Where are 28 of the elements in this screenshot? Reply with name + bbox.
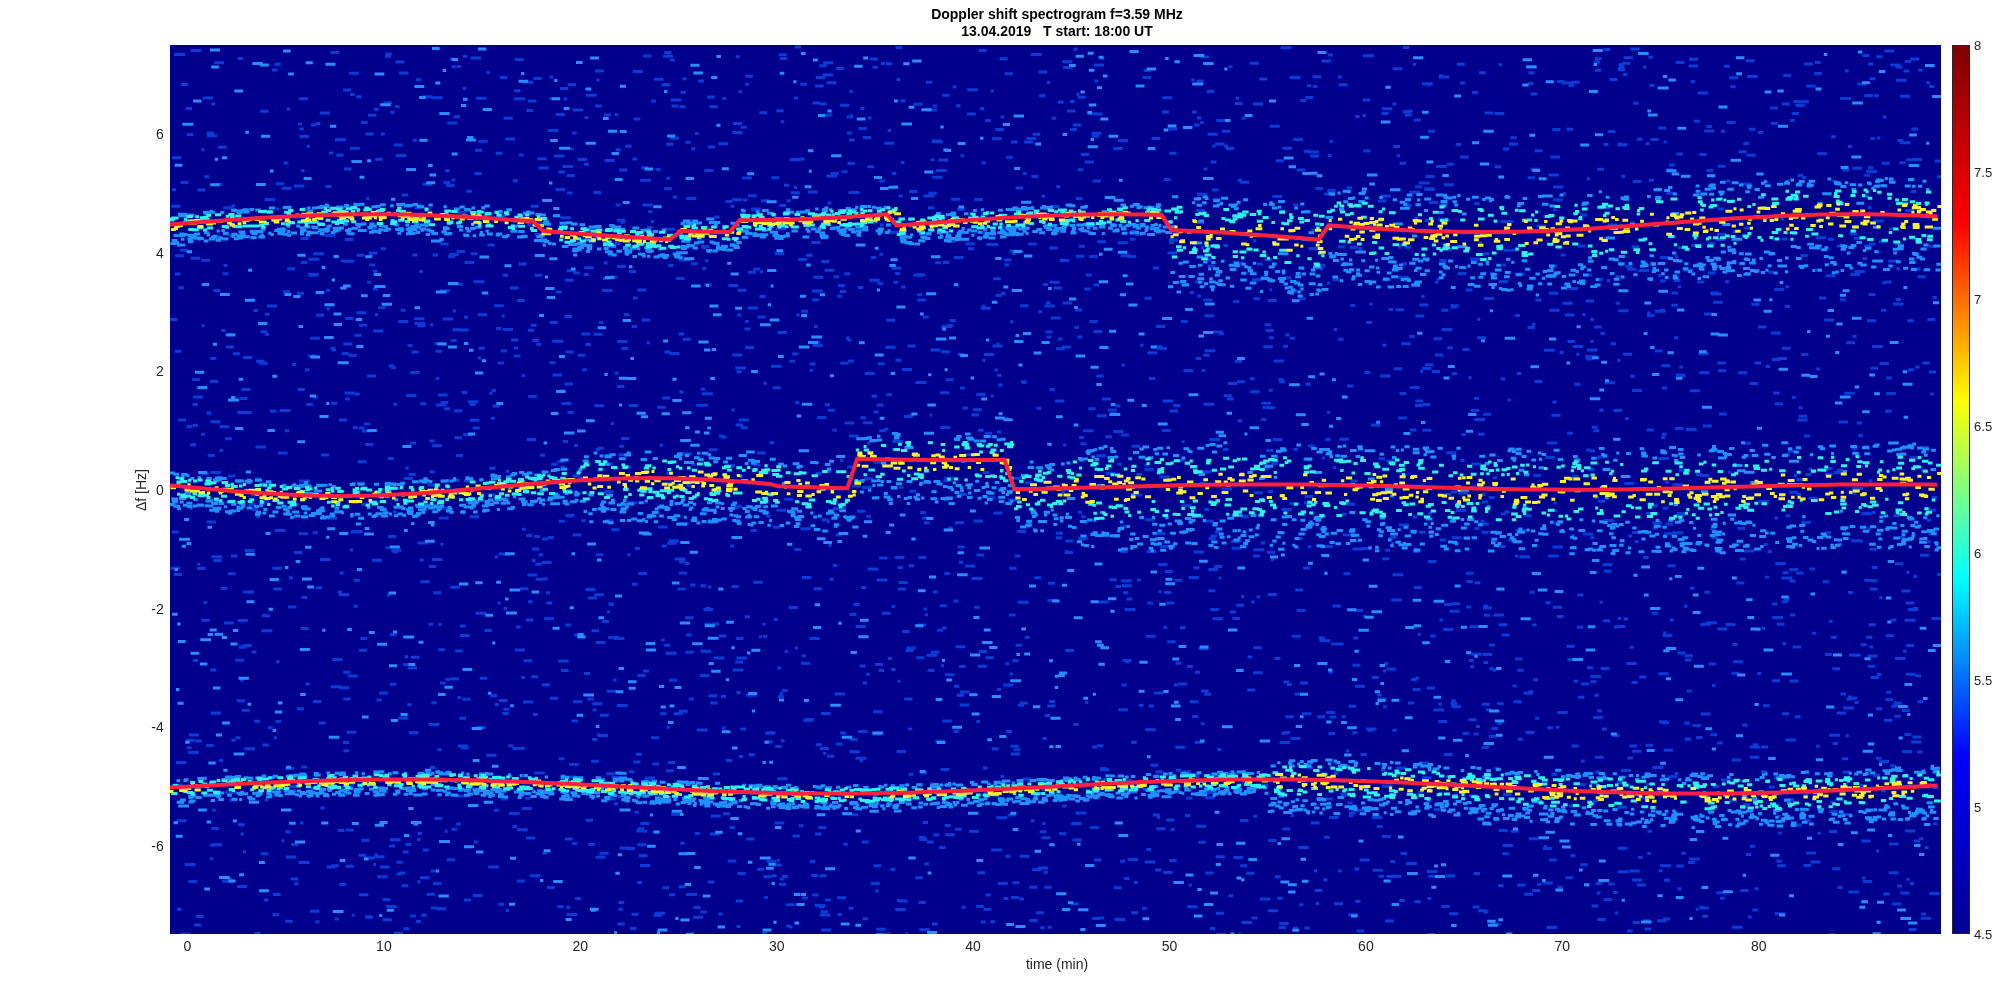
colorbar-tick-label: 5 <box>1974 799 1982 815</box>
axis-tick-label: 50 <box>1161 938 1178 954</box>
chart-title: Doppler shift spectrogram f=3.59 MHz <box>931 5 1183 23</box>
colorbar-tick-label: 5.5 <box>1974 672 1993 688</box>
axis-tick-label: 80 <box>1750 938 1767 954</box>
colorbar-tick-label: 6.5 <box>1974 418 1993 434</box>
x-axis-label: time (min) <box>1025 956 1089 972</box>
colorbar-tick-label: 6 <box>1974 545 1982 561</box>
axis-tick-label: 0 <box>183 938 192 954</box>
axis-tick-label: 4 <box>155 244 164 261</box>
colorbar-tick-label: 7.5 <box>1974 164 1993 180</box>
chart-title: 13.04.2019 T start: 18:00 UT <box>961 22 1153 40</box>
axis-tick-label: -6 <box>151 837 164 854</box>
colorbar-tick-label: 4.5 <box>1974 926 1993 942</box>
colorbar-tick-label: 8 <box>1974 37 1982 53</box>
axis-tick-label: 70 <box>1554 938 1571 954</box>
axis-tick-label: 6 <box>155 126 164 143</box>
axis-tick-label: 60 <box>1358 938 1374 954</box>
axis-tick-label: 0 <box>155 482 164 498</box>
axis-tick-label: 40 <box>965 938 981 954</box>
axis-tick-label: -2 <box>151 600 164 617</box>
axis-tick-label: 20 <box>572 938 589 954</box>
axis-tick-label: 30 <box>768 938 785 954</box>
axis-tick-label: 2 <box>155 363 164 380</box>
colorbar-tick-label: 7 <box>1974 291 1982 307</box>
axis-tick-label: 10 <box>376 938 392 954</box>
y-axis-label: Δf [Hz] <box>132 468 149 511</box>
axis-tick-label: -4 <box>151 719 164 736</box>
